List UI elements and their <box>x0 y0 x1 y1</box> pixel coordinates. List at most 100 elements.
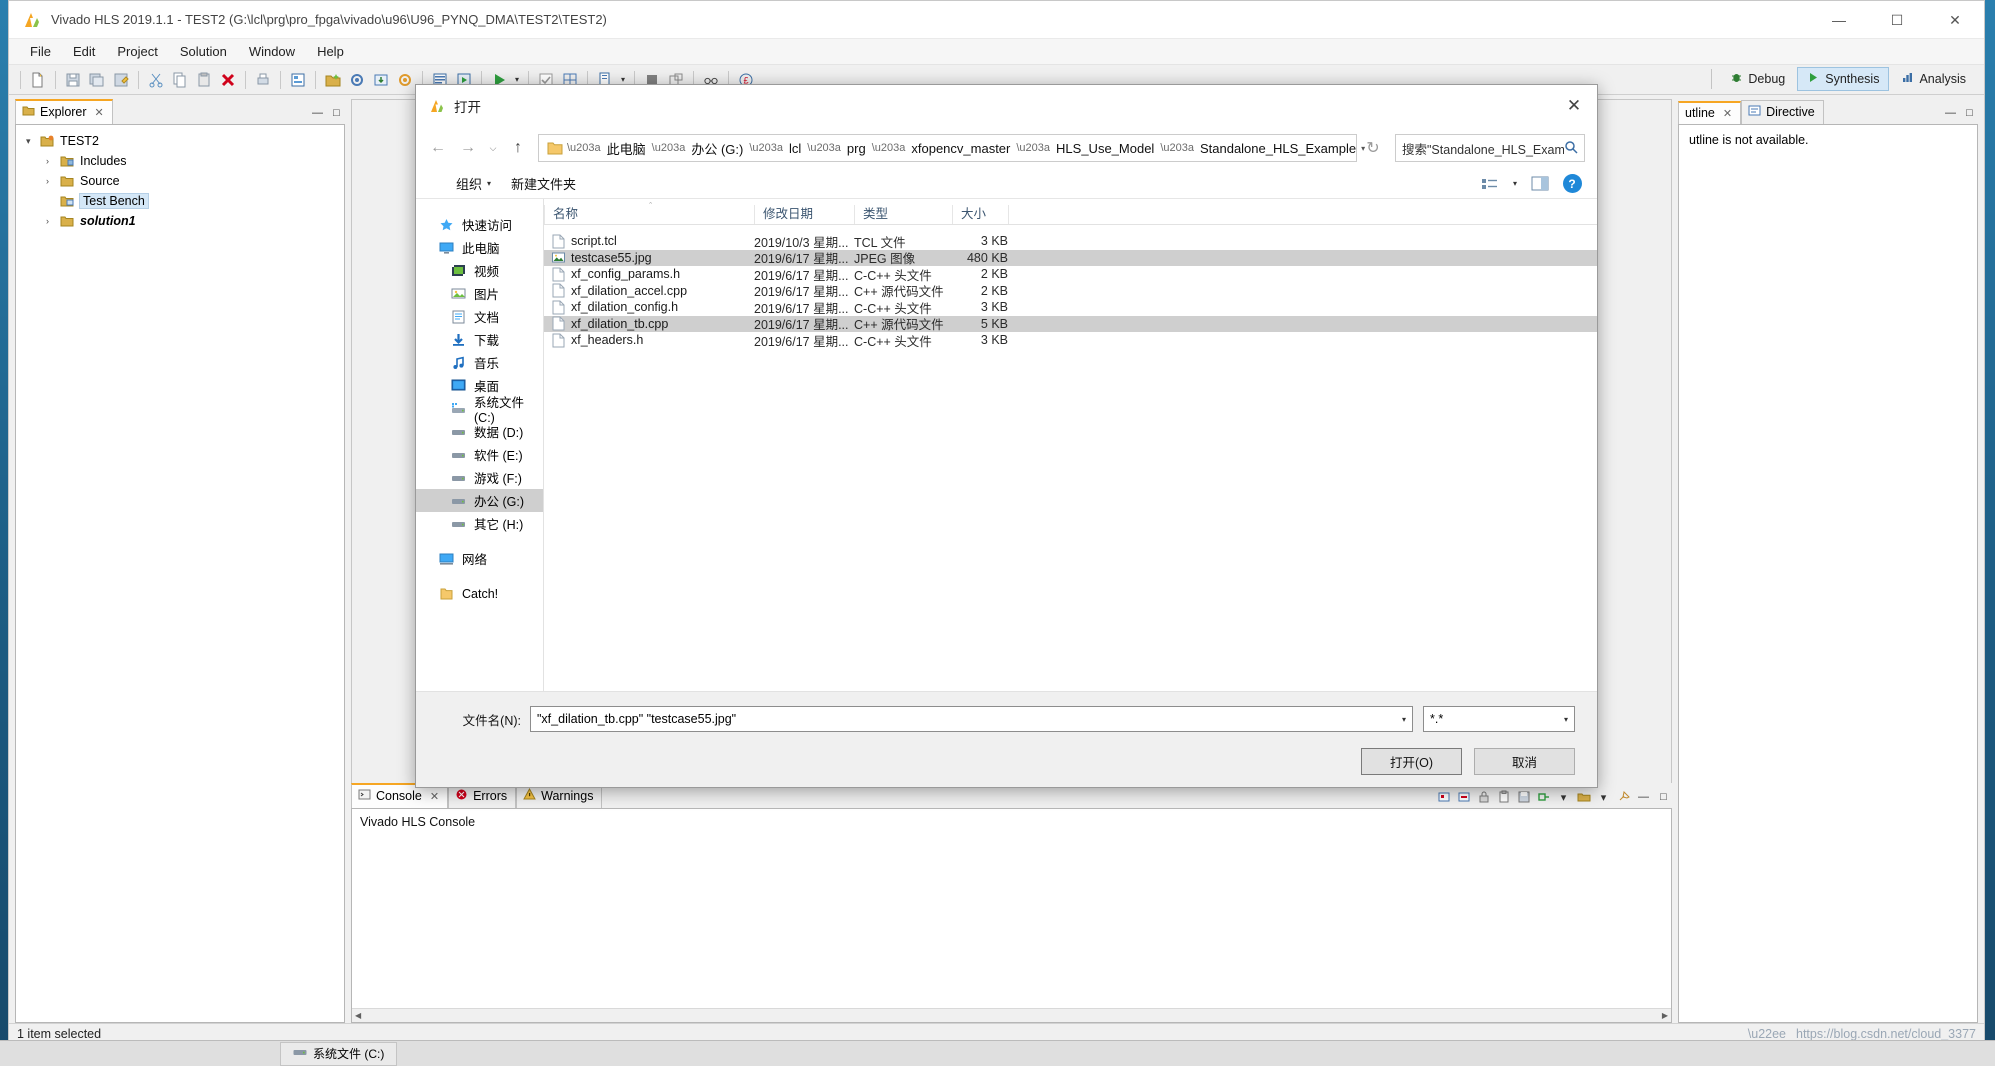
help-icon[interactable]: ? <box>1559 173 1585 195</box>
filename-input[interactable]: "xf_dilation_tb.cpp" "testcase55.jpg" ▾ <box>530 706 1413 732</box>
maximize-button[interactable]: ☐ <box>1868 1 1926 39</box>
maximize-icon[interactable]: □ <box>328 105 345 121</box>
maximize-icon[interactable]: □ <box>1961 105 1978 121</box>
pin-icon[interactable] <box>1615 789 1632 805</box>
sidebar-item-downloads[interactable]: 下载 <box>416 328 543 351</box>
menu-solution[interactable]: Solution <box>169 41 238 62</box>
paste-icon[interactable] <box>192 68 216 92</box>
menu-help[interactable]: Help <box>306 41 355 62</box>
breadcrumb-item-2[interactable]: lcl <box>784 140 806 157</box>
scroll-left-icon[interactable]: ◀ <box>355 1011 361 1020</box>
chevron-right-icon[interactable]: › <box>46 216 60 226</box>
refresh-icon[interactable]: ↻ <box>1359 134 1387 162</box>
chevron-right-icon[interactable]: › <box>46 176 60 186</box>
sidebar-item-network[interactable]: 网络 <box>416 547 543 570</box>
menu-window[interactable]: Window <box>238 41 306 62</box>
taskbar-item-system-drive[interactable]: 系统文件 (C:) <box>280 1041 398 1066</box>
table-row[interactable]: xf_dilation_config.h 2019/6/17 星期... C-C… <box>544 299 1597 316</box>
delete-icon[interactable] <box>216 68 240 92</box>
perspective-analysis[interactable]: Analysis <box>1891 67 1976 91</box>
chevron-down-icon[interactable]: ▾ <box>26 136 40 147</box>
tab-explorer[interactable]: Explorer ✕ <box>15 99 113 124</box>
close-button[interactable]: ✕ <box>1926 1 1984 39</box>
chevron-down-icon[interactable]: ▾ <box>1595 789 1612 805</box>
sidebar-item-documents[interactable]: 文档 <box>416 305 543 328</box>
chevron-right-icon[interactable]: › <box>46 156 60 166</box>
tree-item-test2[interactable]: ▾ TEST2 <box>16 131 344 151</box>
minimize-icon[interactable]: — <box>1635 789 1652 805</box>
breadcrumb-item-1[interactable]: 办公 (G:) <box>686 138 748 159</box>
link-icon[interactable] <box>1535 789 1552 805</box>
table-row[interactable]: xf_dilation_tb.cpp 2019/6/17 星期... C++ 源… <box>544 315 1597 332</box>
save-all-icon[interactable] <box>85 68 109 92</box>
perspective-synthesis[interactable]: Synthesis <box>1797 67 1890 91</box>
report-icon[interactable] <box>286 68 310 92</box>
column-header-type[interactable]: 类型 <box>854 205 952 224</box>
close-icon[interactable]: ✕ <box>95 106 104 119</box>
open-button[interactable]: 打开(O) <box>1361 748 1462 775</box>
new-project-icon[interactable] <box>321 68 345 92</box>
maximize-icon[interactable]: □ <box>1655 789 1672 805</box>
close-icon[interactable]: ✕ <box>430 790 439 803</box>
breadcrumb-item-4[interactable]: xfopencv_master <box>906 140 1015 157</box>
table-row[interactable]: script.tcl 2019/10/3 星期... TCL 文件 3 KB <box>544 233 1597 250</box>
breadcrumb-item-5[interactable]: HLS_Use_Model <box>1051 140 1159 157</box>
sidebar-item-catch[interactable]: Catch! <box>416 582 543 605</box>
forward-icon[interactable]: → <box>454 134 482 162</box>
sidebar-item-pictures[interactable]: 图片 <box>416 282 543 305</box>
recent-locations-icon[interactable]: ⌵ <box>484 134 502 162</box>
sidebar-item-this-pc[interactable]: 此电脑 <box>416 236 543 259</box>
tab-outline[interactable]: utline ✕ <box>1678 101 1742 124</box>
lock-icon[interactable] <box>1475 789 1492 805</box>
menu-file[interactable]: File <box>19 41 62 62</box>
terminate-icon[interactable] <box>1435 789 1452 805</box>
up-icon[interactable]: ↑ <box>504 134 532 162</box>
save-icon[interactable] <box>61 68 85 92</box>
close-icon[interactable]: ✕ <box>1723 107 1732 120</box>
cancel-button[interactable]: 取消 <box>1474 748 1575 775</box>
table-row[interactable]: xf_dilation_accel.cpp 2019/6/17 星期... C+… <box>544 283 1597 299</box>
breadcrumb-item-6[interactable]: Standalone_HLS_Example <box>1195 140 1361 157</box>
column-header-size[interactable]: 大小 <box>952 205 1008 224</box>
settings-gear-icon[interactable] <box>345 68 369 92</box>
print-icon[interactable] <box>251 68 275 92</box>
scroll-right-icon[interactable]: ▶ <box>1662 1011 1668 1020</box>
dialog-close-button[interactable]: ✕ <box>1551 86 1597 126</box>
chevron-down-icon[interactable]: ▾ <box>1396 715 1406 724</box>
chevron-down-icon[interactable]: ▾ <box>1509 173 1521 195</box>
menu-edit[interactable]: Edit <box>62 41 106 62</box>
sidebar-item-system-drive-c[interactable]: 系统文件 (C:) <box>416 396 543 425</box>
console-horizontal-scrollbar[interactable]: ◀ ▶ <box>352 1008 1671 1022</box>
view-mode-icon[interactable] <box>1477 173 1503 195</box>
remove-icon[interactable] <box>1455 789 1472 805</box>
save-icon[interactable] <box>1515 789 1532 805</box>
table-row[interactable]: testcase55.jpg 2019/6/17 星期... JPEG 图像 4… <box>544 249 1597 266</box>
save-as-icon[interactable] <box>109 68 133 92</box>
tree-item-source[interactable]: › Source <box>16 171 344 191</box>
copy-icon[interactable] <box>168 68 192 92</box>
tree-item-test-bench[interactable]: Test Bench <box>16 191 344 211</box>
sidebar-item-quick-access[interactable]: 快速访问 <box>416 213 543 236</box>
minimize-icon[interactable]: — <box>1942 105 1959 121</box>
table-row[interactable]: xf_headers.h 2019/6/17 星期... C-C++ 头文件 3… <box>544 332 1597 349</box>
open-console-icon[interactable] <box>1575 789 1592 805</box>
solution-settings-icon[interactable] <box>393 68 417 92</box>
organize-button[interactable]: 组织 ▾ <box>446 171 501 196</box>
paste-icon[interactable] <box>1495 789 1512 805</box>
breadcrumb[interactable]: \u203a 此电脑 \u203a 办公 (G:) \u203a lcl \u2… <box>538 134 1365 162</box>
column-header-date[interactable]: 修改日期 <box>754 205 854 224</box>
import-icon[interactable] <box>369 68 393 92</box>
breadcrumb-item-0[interactable]: 此电脑 <box>602 138 651 159</box>
new-folder-button[interactable]: 新建文件夹 <box>501 171 586 196</box>
chevron-down-icon[interactable]: ▾ <box>1555 789 1572 805</box>
sidebar-item-videos[interactable]: 视频 <box>416 259 543 282</box>
minimize-button[interactable]: — <box>1810 1 1868 39</box>
cut-icon[interactable] <box>144 68 168 92</box>
sidebar-item-drive-f[interactable]: 游戏 (F:) <box>416 466 543 489</box>
perspective-debug[interactable]: Debug <box>1720 67 1795 91</box>
tree-item-includes[interactable]: › Includes <box>16 151 344 171</box>
search-input[interactable]: 搜索"Standalone_HLS_Exam... <box>1395 134 1585 162</box>
sidebar-item-drive-h[interactable]: 其它 (H:) <box>416 512 543 535</box>
sidebar-item-music[interactable]: 音乐 <box>416 351 543 374</box>
sidebar-item-drive-g[interactable]: 办公 (G:) <box>416 489 543 512</box>
